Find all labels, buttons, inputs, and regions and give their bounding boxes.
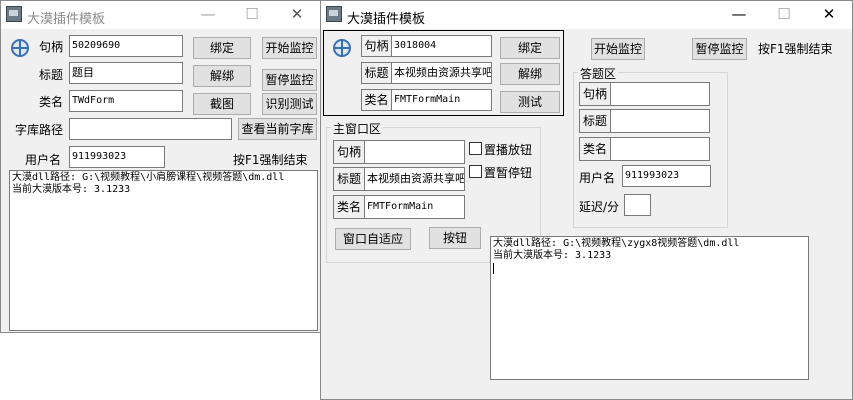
window-2-titlebar[interactable]: 大漠插件模板 — ☐ ✕ bbox=[321, 1, 852, 29]
log-line: 当前大漠版本号: 3.1233 bbox=[493, 250, 612, 261]
title-label: 标题 bbox=[39, 68, 64, 82]
log-line: 大漠dll路径: G:\视频教程\zygx8视频答题\dm.dll bbox=[493, 238, 740, 249]
pause-monitor-button[interactable]: 暂停监控 bbox=[692, 38, 747, 60]
minimize-icon[interactable]: — bbox=[724, 1, 754, 29]
window-1-title: 大漠插件模板 bbox=[27, 12, 106, 27]
title-label: 标题 bbox=[361, 62, 392, 84]
generic-button[interactable]: 按钮 bbox=[429, 227, 481, 249]
answer-class-label: 类名 bbox=[579, 137, 611, 161]
screenshot-button[interactable]: 截图 bbox=[193, 93, 251, 115]
delay-input[interactable] bbox=[624, 194, 651, 216]
window-2: 大漠插件模板 — ☐ ✕ 句柄 3018004 绑定 标题 本视频由资源共享吧 … bbox=[320, 0, 853, 400]
main-window-group-title: 主窗口区 bbox=[331, 120, 384, 137]
maximize-icon[interactable]: ☐ bbox=[237, 1, 267, 29]
start-monitor-button[interactable]: 开始监控 bbox=[262, 37, 317, 59]
main-class-label: 类名 bbox=[333, 195, 365, 219]
crosshair-finder-icon[interactable] bbox=[333, 39, 351, 57]
log-textarea[interactable]: 大漠dll路径: G:\视频教程\zygx8视频答题\dm.dll 当前大漠版本… bbox=[490, 236, 809, 380]
pause-button-checkbox[interactable] bbox=[469, 165, 482, 178]
dict-path-input[interactable] bbox=[69, 118, 232, 140]
dict-path-label: 字库路径 bbox=[15, 123, 64, 137]
handle-label: 句柄 bbox=[39, 40, 64, 54]
username-input[interactable]: 911993023 bbox=[622, 165, 711, 187]
unbind-button[interactable]: 解绑 bbox=[500, 63, 560, 85]
window-2-title: 大漠插件模板 bbox=[347, 12, 426, 27]
window-adapt-button[interactable]: 窗口自适应 bbox=[335, 228, 411, 250]
play-button-checkbox-label: 置播放钮 bbox=[484, 143, 533, 157]
f1-hint: 按F1强制结束 bbox=[758, 42, 833, 56]
log-line: 当前大漠版本号: 3.1233 bbox=[12, 184, 131, 195]
minimize-icon[interactable]: — bbox=[193, 1, 223, 29]
main-title-label: 标题 bbox=[333, 167, 365, 191]
text-cursor bbox=[493, 263, 494, 274]
class-label: 类名 bbox=[361, 89, 392, 111]
app-icon bbox=[326, 6, 342, 22]
bind-button[interactable]: 绑定 bbox=[193, 37, 251, 59]
class-label: 类名 bbox=[39, 95, 64, 109]
close-icon[interactable]: ✕ bbox=[282, 1, 312, 29]
main-handle-input[interactable] bbox=[364, 140, 465, 164]
answer-area-group-title: 答题区 bbox=[578, 65, 619, 82]
username-label: 用户名 bbox=[579, 171, 616, 185]
delay-label: 延迟/分 bbox=[579, 200, 620, 214]
main-class-input[interactable]: FMTFormMain bbox=[364, 195, 465, 219]
log-line: 大漠dll路径: G:\视频教程\小肩膀课程\视频答题\dm.dll bbox=[12, 172, 285, 183]
unbind-button[interactable]: 解绑 bbox=[193, 65, 251, 87]
window-1: 大漠插件模板 — ☐ ✕ 句柄 50209690 绑定 开始监控 标题 题目 解… bbox=[0, 0, 323, 333]
answer-class-input[interactable] bbox=[610, 137, 710, 161]
close-icon[interactable]: ✕ bbox=[814, 1, 844, 29]
crosshair-finder-icon[interactable] bbox=[11, 39, 29, 57]
answer-title-input[interactable] bbox=[610, 109, 710, 133]
class-input[interactable]: FMTFormMain bbox=[391, 89, 492, 111]
log-textarea[interactable]: 大漠dll路径: G:\视频教程\小肩膀课程\视频答题\dm.dll 当前大漠版… bbox=[9, 170, 318, 331]
play-button-checkbox[interactable] bbox=[469, 142, 482, 155]
window-1-titlebar[interactable]: 大漠插件模板 — ☐ ✕ bbox=[1, 1, 322, 29]
pause-monitor-button[interactable]: 暂停监控 bbox=[262, 69, 317, 91]
answer-handle-label: 句柄 bbox=[579, 82, 611, 106]
answer-title-label: 标题 bbox=[579, 109, 611, 133]
title-input[interactable]: 题目 bbox=[69, 62, 183, 84]
username-input[interactable]: 911993023 bbox=[69, 146, 165, 168]
answer-handle-input[interactable] bbox=[610, 82, 710, 106]
class-input[interactable]: TWdForm bbox=[69, 90, 183, 112]
start-monitor-button[interactable]: 开始监控 bbox=[591, 38, 645, 60]
main-handle-label: 句柄 bbox=[333, 140, 365, 164]
app-icon bbox=[6, 6, 22, 22]
username-label: 用户名 bbox=[25, 153, 62, 167]
pause-button-checkbox-label: 置暂停钮 bbox=[484, 166, 533, 180]
test-button[interactable]: 测试 bbox=[500, 91, 560, 113]
bind-button[interactable]: 绑定 bbox=[500, 37, 560, 59]
f1-hint: 按F1强制结束 bbox=[233, 153, 308, 167]
main-title-input[interactable]: 本视频由资源共享吧 bbox=[364, 167, 465, 191]
handle-input[interactable]: 3018004 bbox=[391, 35, 492, 57]
maximize-icon[interactable]: ☐ bbox=[769, 1, 799, 29]
title-input[interactable]: 本视频由资源共享吧 bbox=[391, 62, 492, 84]
recognize-test-button[interactable]: 识别测试 bbox=[262, 93, 317, 115]
view-dict-button[interactable]: 查看当前字库 bbox=[238, 118, 317, 140]
handle-label: 句柄 bbox=[361, 35, 392, 57]
handle-input[interactable]: 50209690 bbox=[69, 35, 183, 57]
